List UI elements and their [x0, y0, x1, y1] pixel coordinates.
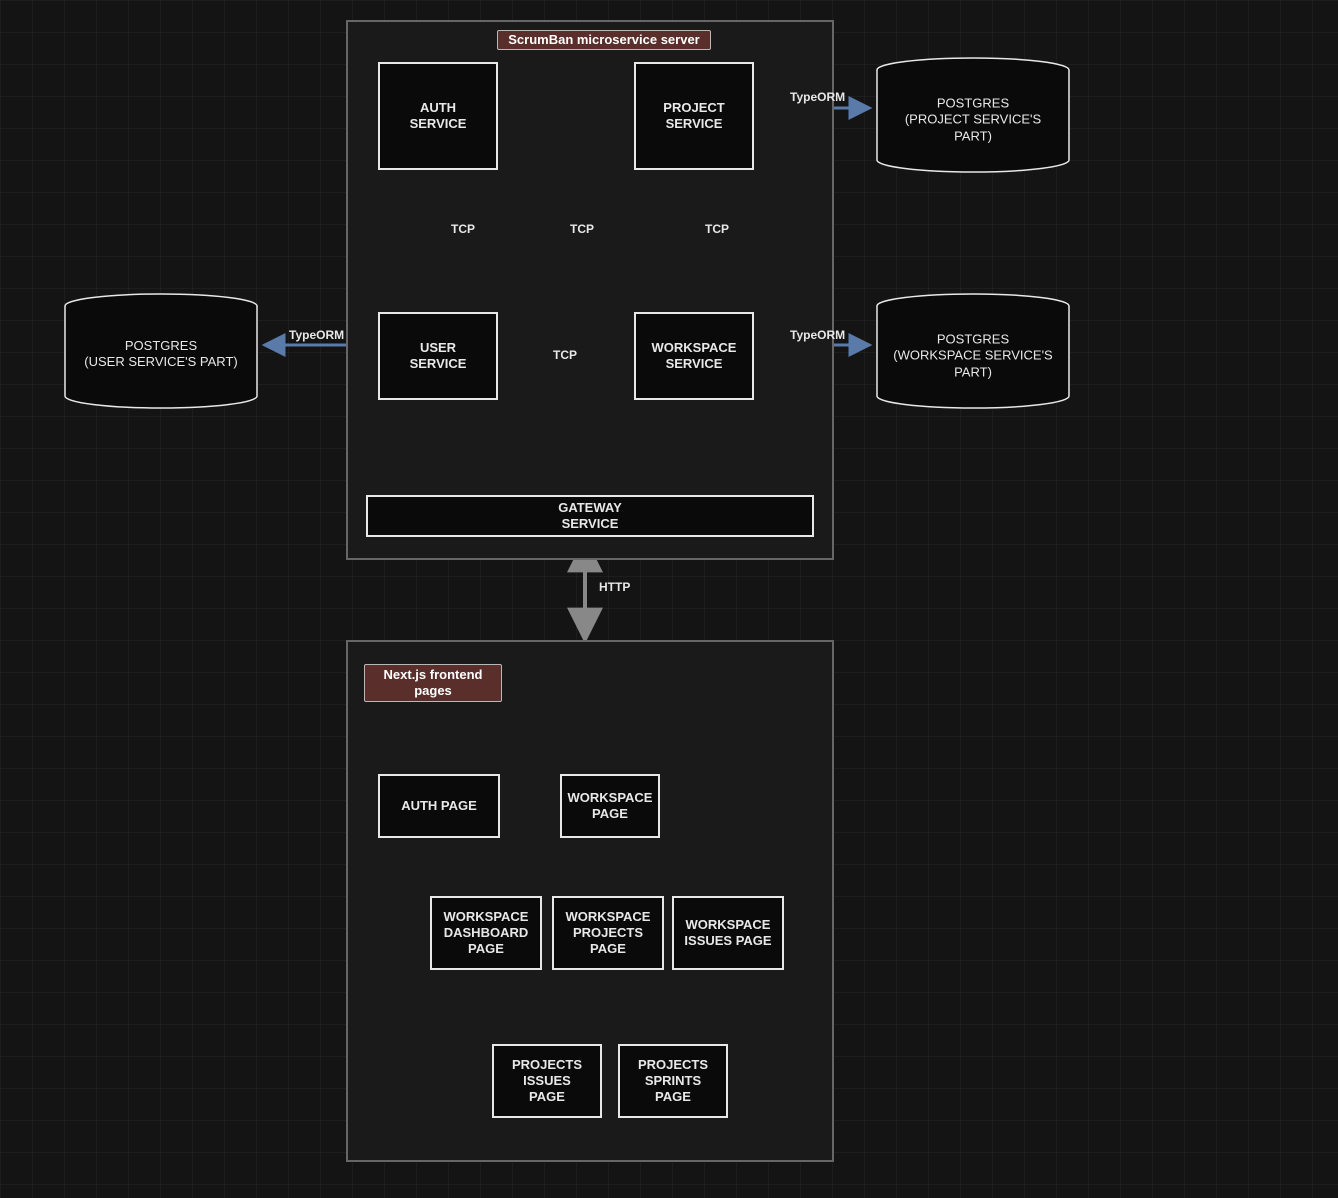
proj-issues-node: PROJECTSISSUESPAGE	[492, 1044, 602, 1118]
db-user-label: POSTGRES(USER SERVICE'S PART)	[62, 338, 260, 371]
workspace-service-node: WORKSPACESERVICE	[634, 312, 754, 400]
auth-service-node: AUTHSERVICE	[378, 62, 498, 170]
db-user: POSTGRES(USER SERVICE'S PART)	[62, 292, 260, 410]
label-tcp-user-ws: TCP	[550, 348, 580, 362]
db-project: POSTGRES(PROJECT SERVICE'SPART)	[874, 56, 1072, 174]
label-typeorm-project: TypeORM	[787, 90, 848, 104]
frontend-title: Next.js frontend pages	[364, 664, 502, 702]
project-service-node: PROJECTSERVICE	[634, 62, 754, 170]
label-typeorm-ws: TypeORM	[787, 328, 848, 342]
user-service-node: USERSERVICE	[378, 312, 498, 400]
proj-sprints-node: PROJECTSSPRINTSPAGE	[618, 1044, 728, 1118]
ws-issues-node: WORKSPACEISSUES PAGE	[672, 896, 784, 970]
auth-page-node: AUTH PAGE	[378, 774, 500, 838]
label-tcp-auth-user: TCP	[448, 222, 478, 236]
label-tcp-project-ws: TCP	[702, 222, 732, 236]
label-typeorm-user: TypeORM	[286, 328, 347, 342]
ws-dashboard-node: WORKSPACEDASHBOARDPAGE	[430, 896, 542, 970]
server-title: ScrumBan microservice server	[497, 30, 711, 50]
db-workspace-label: POSTGRES(WORKSPACE SERVICE'SPART)	[874, 332, 1072, 381]
workspace-page-node: WORKSPACEPAGE	[560, 774, 660, 838]
ws-projects-node: WORKSPACEPROJECTSPAGE	[552, 896, 664, 970]
gateway-service-node: GATEWAYSERVICE	[366, 495, 814, 537]
db-workspace: POSTGRES(WORKSPACE SERVICE'SPART)	[874, 292, 1072, 410]
label-tcp-user-project: TCP	[567, 222, 597, 236]
label-http: HTTP	[596, 580, 633, 594]
db-project-label: POSTGRES(PROJECT SERVICE'SPART)	[874, 96, 1072, 145]
